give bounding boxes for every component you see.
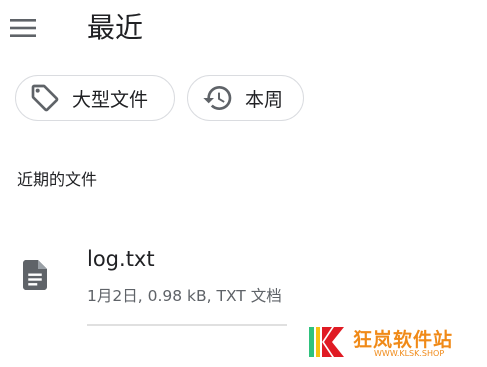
watermark-text: 狂岚软件站	[353, 329, 454, 351]
chip-large-files-label: 大型文件	[72, 88, 149, 111]
top-app-bar: 最近	[0, 0, 487, 56]
watermark-url: WWW.KLSK.SHOP	[374, 349, 445, 358]
file-list-item[interactable]: log.txt 1月2日, 0.98 kB, TXT 文档	[0, 230, 487, 330]
list-divider	[87, 324, 287, 326]
hamburger-menu-icon	[10, 19, 36, 37]
history-icon	[201, 81, 235, 115]
file-meta: 1月2日, 0.98 kB, TXT 文档	[87, 287, 282, 305]
chip-this-week-label: 本周	[245, 88, 284, 111]
chip-large-files[interactable]: 大型文件	[15, 75, 175, 121]
menu-button[interactable]	[8, 13, 38, 43]
file-name: log.txt	[87, 247, 155, 271]
chip-this-week[interactable]: 本周	[187, 75, 304, 121]
page-title: 最近	[87, 11, 144, 44]
watermark: 狂岚软件站 WWW.KLSK.SHOP	[308, 325, 478, 361]
section-title: 近期的文件	[17, 170, 98, 189]
document-icon	[23, 260, 47, 290]
watermark-logo-icon	[309, 327, 344, 357]
tag-icon	[28, 81, 62, 115]
